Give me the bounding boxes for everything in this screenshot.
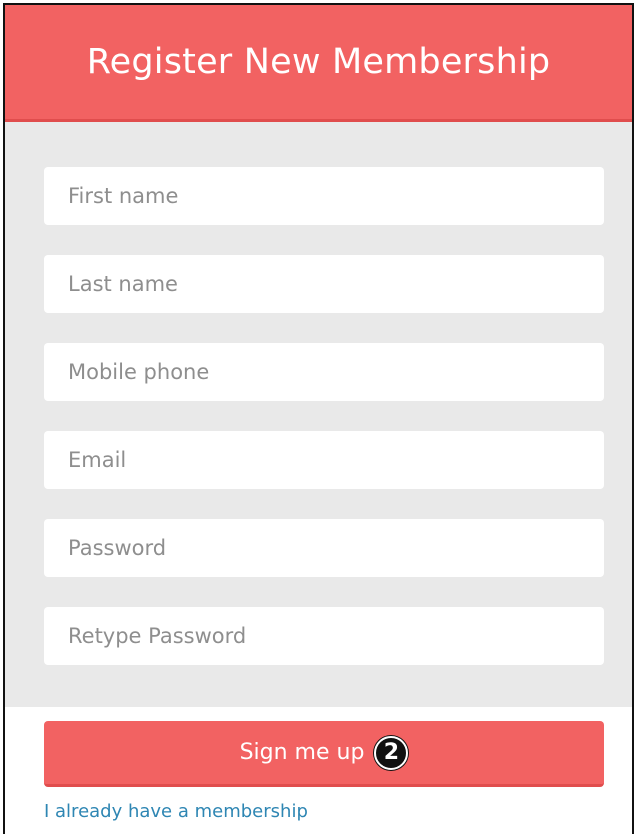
registration-form [5,122,632,707]
password-field[interactable] [44,519,604,577]
last-name-field[interactable] [44,255,604,313]
retype-password-field[interactable] [44,607,604,665]
email-field[interactable] [44,431,604,489]
form-header: Register New Membership [5,5,632,122]
step-number-badge: 2 [374,735,409,770]
mobile-phone-field[interactable] [44,343,604,401]
sign-me-up-label: Sign me up [239,740,365,765]
sign-me-up-button[interactable]: Sign me up 2 [44,721,604,787]
registration-panel: Register New Membership Sign me up 2 I a… [3,3,634,834]
page-title: Register New Membership [86,42,551,82]
first-name-field[interactable] [44,167,604,225]
form-footer: Sign me up 2 I already have a membership [5,707,632,822]
already-member-link[interactable]: I already have a membership [44,801,308,822]
